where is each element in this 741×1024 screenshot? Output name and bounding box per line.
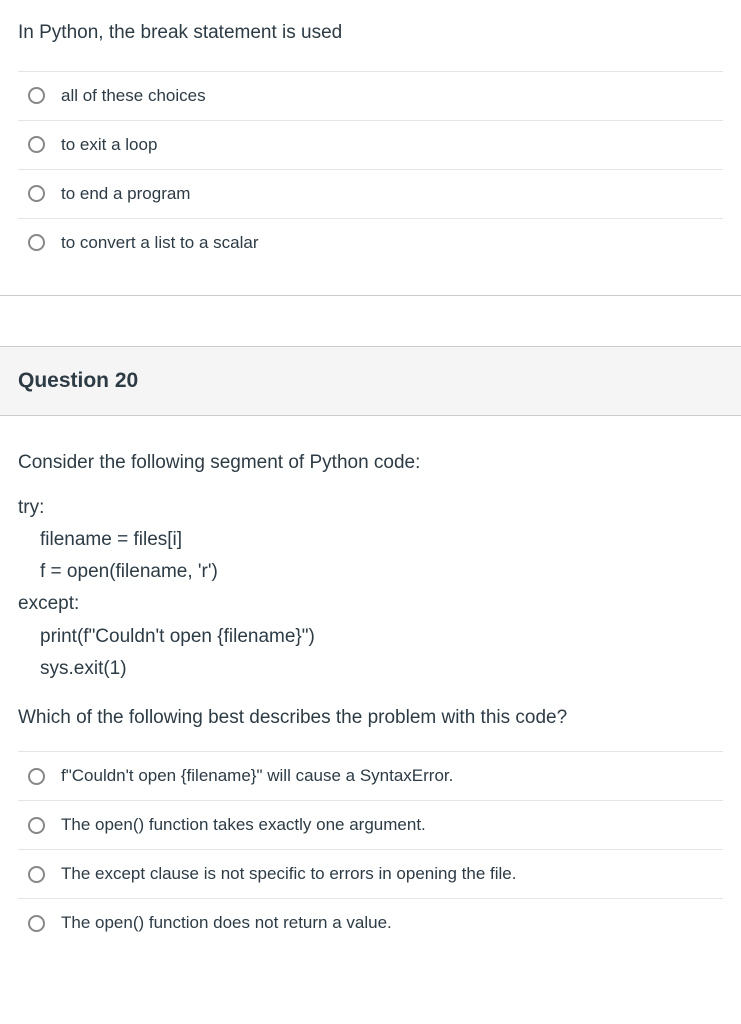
option-label: The except clause is not specific to err… bbox=[61, 864, 516, 884]
code-line: filename = files[i] bbox=[18, 524, 723, 556]
question-divider bbox=[0, 295, 741, 296]
code-line: print(f"Couldn't open {filename}") bbox=[18, 621, 723, 653]
option-row[interactable]: The open() function does not return a va… bbox=[18, 899, 723, 947]
option-row[interactable]: to exit a loop bbox=[18, 121, 723, 170]
question-19-block: In Python, the break statement is used a… bbox=[0, 0, 741, 267]
radio-icon[interactable] bbox=[28, 817, 45, 834]
option-row[interactable]: f"Couldn't open {filename}" will cause a… bbox=[18, 752, 723, 801]
radio-icon[interactable] bbox=[28, 234, 45, 251]
code-line: sys.exit(1) bbox=[18, 653, 723, 685]
question-prompt: In Python, the break statement is used bbox=[0, 0, 741, 71]
option-row[interactable]: to convert a list to a scalar bbox=[18, 219, 723, 267]
option-row[interactable]: The except clause is not specific to err… bbox=[18, 850, 723, 899]
question-header: Question 20 bbox=[0, 346, 741, 416]
radio-icon[interactable] bbox=[28, 185, 45, 202]
option-label: The open() function takes exactly one ar… bbox=[61, 815, 426, 835]
radio-icon[interactable] bbox=[28, 915, 45, 932]
option-row[interactable]: all of these choices bbox=[18, 72, 723, 121]
question-options: f"Couldn't open {filename}" will cause a… bbox=[18, 751, 723, 947]
question-20-block: Consider the following segment of Python… bbox=[0, 416, 741, 948]
option-label: The open() function does not return a va… bbox=[61, 913, 392, 933]
radio-icon[interactable] bbox=[28, 136, 45, 153]
question-followup: Which of the following best describes th… bbox=[0, 685, 741, 751]
option-label: to convert a list to a scalar bbox=[61, 233, 258, 253]
code-line: except: bbox=[18, 588, 723, 620]
option-label: to exit a loop bbox=[61, 135, 157, 155]
option-row[interactable]: to end a program bbox=[18, 170, 723, 219]
code-line: f = open(filename, 'r') bbox=[18, 556, 723, 588]
radio-icon[interactable] bbox=[28, 768, 45, 785]
radio-icon[interactable] bbox=[28, 866, 45, 883]
question-prompt: Consider the following segment of Python… bbox=[0, 416, 741, 474]
option-row[interactable]: The open() function takes exactly one ar… bbox=[18, 801, 723, 850]
code-block: try: filename = files[i] f = open(filena… bbox=[0, 492, 741, 686]
option-label: f"Couldn't open {filename}" will cause a… bbox=[61, 766, 453, 786]
option-label: to end a program bbox=[61, 184, 190, 204]
option-label: all of these choices bbox=[61, 86, 206, 106]
question-title: Question 20 bbox=[18, 369, 723, 393]
code-line: try: bbox=[18, 492, 723, 524]
radio-icon[interactable] bbox=[28, 87, 45, 104]
question-options: all of these choices to exit a loop to e… bbox=[18, 71, 723, 267]
